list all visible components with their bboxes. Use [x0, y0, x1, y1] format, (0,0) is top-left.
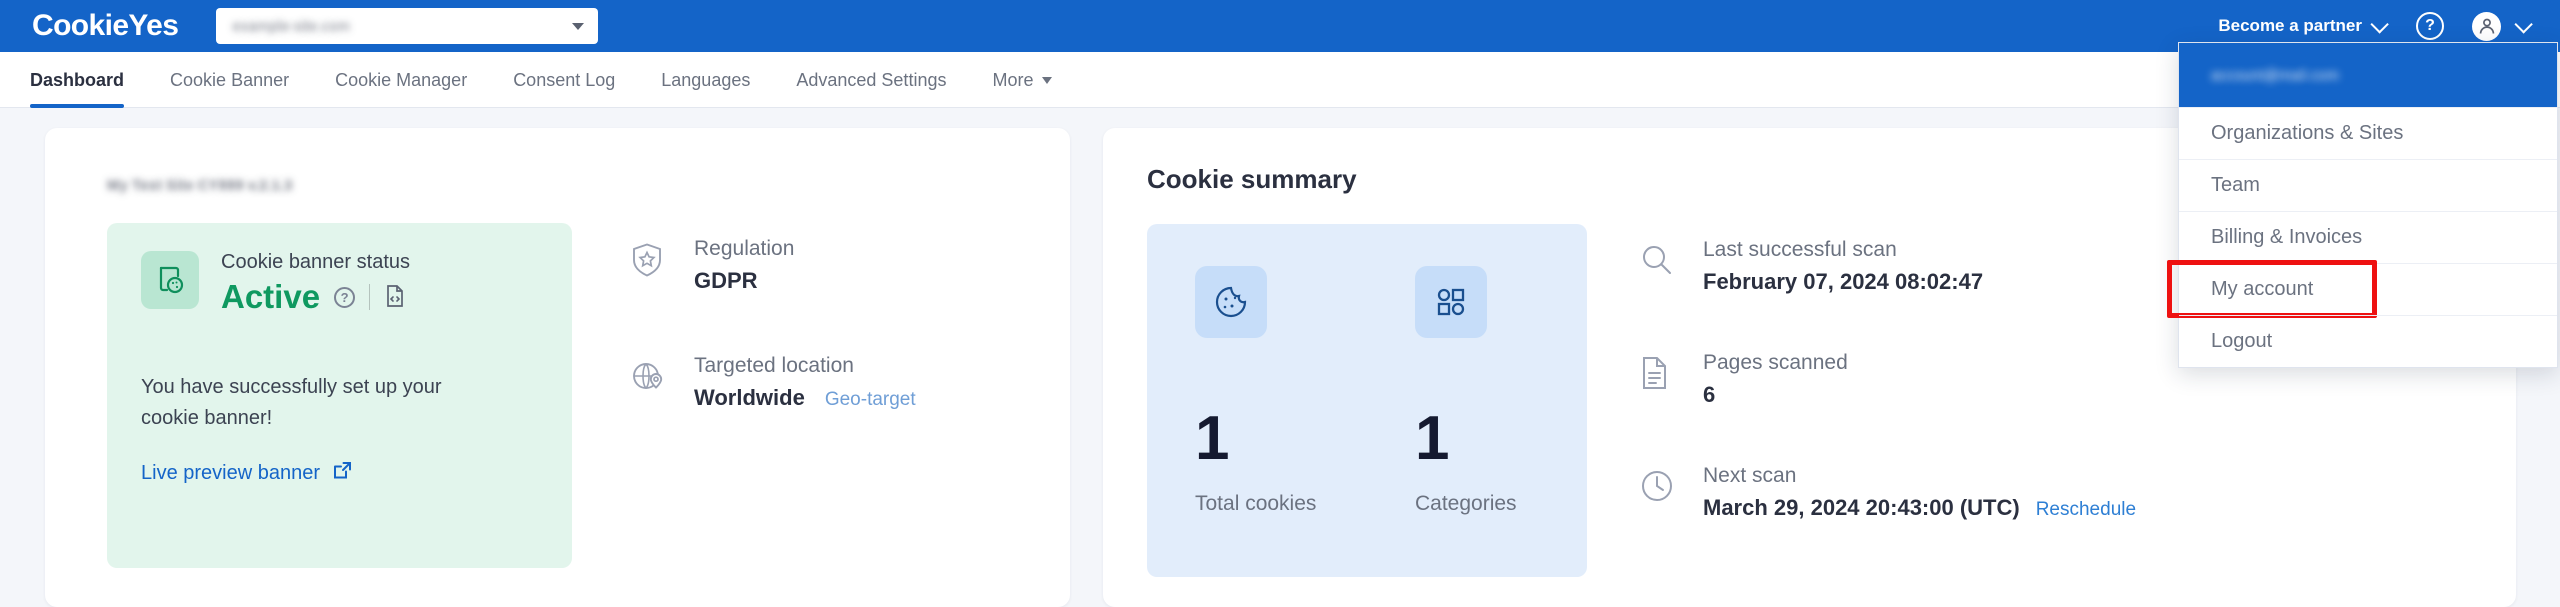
- menu-item-team[interactable]: Team: [2179, 159, 2557, 211]
- shield-star-icon: [630, 237, 668, 277]
- fact-value: Worldwide: [694, 385, 805, 410]
- tab-languages[interactable]: Languages: [638, 52, 773, 108]
- tab-label: Consent Log: [513, 69, 616, 90]
- reschedule-link[interactable]: Reschedule: [2036, 499, 2136, 521]
- tile-number: 1: [1195, 404, 1230, 473]
- menu-item-label: Logout: [2211, 330, 2273, 352]
- document-lines-icon: [1639, 351, 1677, 389]
- tile-label: Categories: [1415, 492, 1517, 515]
- menu-item-label: Team: [2211, 174, 2260, 196]
- tab-label: More: [992, 69, 1034, 90]
- scan-pages-scanned: Pages scanned 6: [1639, 351, 2136, 408]
- tab-label: Languages: [661, 69, 751, 90]
- tab-label: Dashboard: [30, 69, 125, 90]
- fact-value: GDPR: [694, 268, 758, 293]
- brand-logo-accent: Yes: [128, 9, 179, 42]
- primary-nav: Dashboard Cookie Banner Cookie Manager C…: [0, 52, 2560, 108]
- cookie-icon: [1195, 266, 1267, 338]
- tab-consent-log[interactable]: Consent Log: [490, 52, 638, 108]
- cookie-banner-status-label: Cookie banner status: [221, 251, 411, 273]
- cookie-banner-icon: [141, 251, 199, 309]
- account-name-blurred: account@mail.com: [2211, 66, 2339, 84]
- menu-item-my-account[interactable]: My account: [2167, 260, 2557, 318]
- brand-logo-main: Cookie: [32, 9, 129, 42]
- external-link-icon: [332, 460, 353, 487]
- become-a-partner-label: Become a partner: [2218, 16, 2362, 35]
- account-dropdown-header: account@mail.com: [2179, 43, 2557, 107]
- fact-label: Targeted location: [694, 354, 854, 377]
- scan-label: Pages scanned: [1703, 351, 1848, 374]
- app-header: Cookie Yes example-site.com Become a part…: [0, 0, 2560, 52]
- site-title-blurred: My Test Site CY999 v.2.1.3: [107, 177, 293, 194]
- question-circle-icon[interactable]: ?: [2416, 12, 2444, 40]
- tab-more[interactable]: More: [969, 52, 1075, 108]
- scan-next: Next scan March 29, 2024 20:43:00 (UTC) …: [1639, 464, 2136, 521]
- scan-last-successful: Last successful scan February 07, 2024 0…: [1639, 238, 2136, 295]
- scan-value: March 29, 2024 20:43:00 (UTC): [1703, 495, 2020, 520]
- code-file-icon[interactable]: [384, 278, 406, 316]
- site-facts-list: Regulation GDPR Targeted location Worldw…: [630, 223, 916, 568]
- chevron-down-icon: [2370, 14, 2389, 34]
- chevron-down-icon: [1042, 76, 1053, 84]
- tab-label: Cookie Manager: [335, 69, 468, 90]
- tab-cookie-manager[interactable]: Cookie Manager: [312, 52, 490, 108]
- menu-item-billing-and-invoices[interactable]: Billing & Invoices: [2179, 211, 2557, 263]
- live-preview-banner-label: Live preview banner: [141, 462, 320, 484]
- tab-cookie-banner[interactable]: Cookie Banner: [147, 52, 312, 108]
- become-a-partner-button[interactable]: Become a partner: [2218, 14, 2389, 36]
- magnifier-icon: [1639, 238, 1677, 276]
- scan-label: Last successful scan: [1703, 238, 1897, 261]
- cookie-banner-status-message: You have successfully set up your cookie…: [141, 376, 442, 429]
- fact-targeted-location: Targeted location Worldwide Geo-target: [630, 354, 916, 411]
- scan-label: Next scan: [1703, 464, 1797, 487]
- scan-info-list: Last successful scan February 07, 2024 0…: [1639, 224, 2136, 577]
- chevron-down-icon: [572, 22, 585, 30]
- tile-categories: 1 Categories: [1367, 266, 1587, 577]
- menu-item-label: My account: [2211, 278, 2314, 300]
- menu-item-label: Organizations & Sites: [2211, 122, 2404, 144]
- menu-item-logout[interactable]: Logout: [2179, 315, 2557, 367]
- user-avatar-icon[interactable]: [2472, 11, 2501, 41]
- site-selector[interactable]: example-site.com: [216, 8, 599, 44]
- menu-item-label: Billing & Invoices: [2211, 226, 2363, 248]
- clock-icon: [1639, 464, 1677, 502]
- geo-target-link[interactable]: Geo-target: [825, 389, 916, 411]
- nav-tab-list: Dashboard Cookie Banner Cookie Manager C…: [30, 52, 1075, 108]
- dashboard-main: My Test Site CY999 v.2.1.3 Cookie banner…: [0, 108, 2560, 607]
- tab-advanced-settings[interactable]: Advanced Settings: [773, 52, 969, 108]
- globe-pin-icon: [630, 354, 668, 392]
- tile-number: 1: [1415, 404, 1450, 473]
- cookie-banner-status-value: Active: [221, 278, 321, 315]
- avatar-chevron-down-icon[interactable]: [2514, 14, 2533, 34]
- menu-item-organizations-and-sites[interactable]: Organizations & Sites: [2179, 107, 2557, 159]
- site-selector-value: example-site.com: [232, 17, 350, 35]
- page-title: My Test Site CY999 v.2.1.3: [107, 166, 1070, 197]
- cookie-banner-status-panel: Cookie banner status Active ? You have s…: [107, 223, 572, 568]
- tile-label: Total cookies: [1195, 492, 1317, 515]
- divider: [369, 284, 371, 310]
- question-circle-icon[interactable]: ?: [334, 286, 356, 308]
- categories-grid-icon: [1415, 266, 1487, 338]
- scan-value: February 07, 2024 08:02:47: [1703, 269, 1984, 294]
- brand-logo[interactable]: Cookie Yes: [32, 9, 179, 43]
- tab-label: Cookie Banner: [170, 69, 290, 90]
- account-dropdown-menu: account@mail.com Organizations & Sites T…: [2167, 42, 2558, 368]
- site-overview-card: My Test Site CY999 v.2.1.3 Cookie banner…: [45, 128, 1070, 607]
- scan-value: 6: [1703, 382, 1716, 407]
- live-preview-banner-link[interactable]: Live preview banner: [141, 460, 538, 487]
- fact-regulation: Regulation GDPR: [630, 237, 916, 294]
- tab-dashboard[interactable]: Dashboard: [30, 52, 147, 108]
- tab-label: Advanced Settings: [796, 69, 947, 90]
- fact-label: Regulation: [694, 237, 795, 260]
- cookie-summary-tiles: 1 Total cookies 1 Categories: [1147, 224, 1587, 577]
- tile-total-cookies: 1 Total cookies: [1147, 266, 1367, 577]
- status-badge: Active ?: [221, 278, 410, 316]
